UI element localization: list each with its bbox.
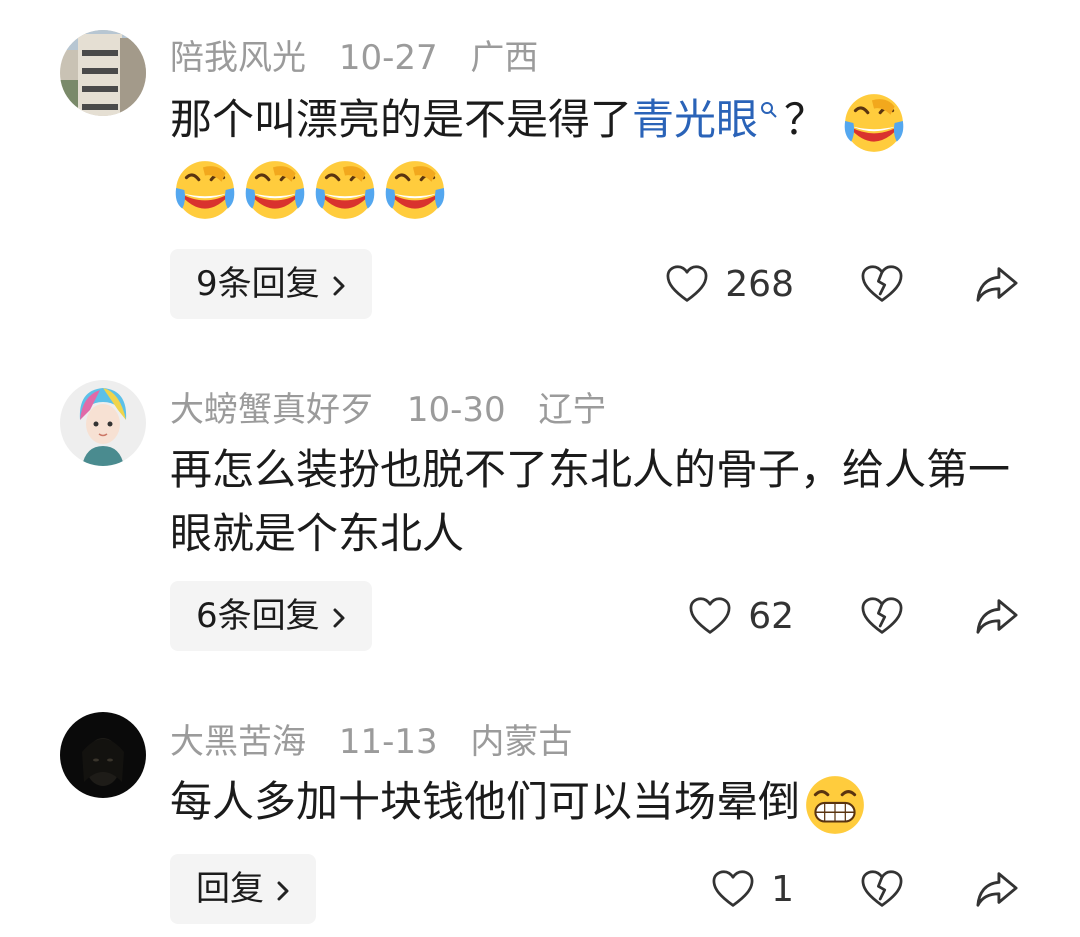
chevron-right-icon [333,608,345,627]
username[interactable]: 陪我风光 [170,38,306,78]
laughing-tears-emoji-icon [242,157,308,223]
laughing-tears-emoji-icon [841,90,907,156]
heart-icon [688,596,732,636]
dislike-button[interactable] [860,869,904,909]
share-button[interactable] [974,595,1020,637]
view-replies-button[interactable]: 6条回复 [170,581,372,651]
view-replies-button[interactable]: 9条回复 [170,249,372,319]
laughing-tears-emoji-icon [312,157,378,223]
laughing-tears-emoji-icon [382,157,448,223]
username[interactable]: 大黑苦海 [170,722,306,762]
like-button[interactable]: 268 [665,264,794,305]
comment-date: 10-30 [406,390,506,430]
share-button[interactable] [974,263,1020,305]
dislike-button[interactable] [860,596,904,636]
comment-location: 广西 [470,38,539,78]
comment-meta: 大黑苦海 11-13 内蒙古 [170,714,594,763]
comment-actions: 268 [665,249,1020,319]
comment-item: 大黑苦海 11-13 内蒙古 每人多加十块钱他们可以当场晕倒 回复 1 [0,670,1080,937]
comment-meta: 大螃蟹真好歹 10-30 辽宁 [170,382,628,431]
chevron-right-icon [277,881,289,900]
anime-avatar-icon [60,380,146,466]
avatar[interactable] [60,30,146,116]
broken-heart-icon [860,264,904,304]
heart-icon [665,264,709,304]
like-count: 62 [748,595,794,637]
comment-date: 11-13 [338,722,438,762]
search-link[interactable]: 青光眼 [632,95,758,144]
dislike-button[interactable] [860,264,904,304]
like-button[interactable]: 1 [711,869,794,910]
reply-button[interactable]: 回复 [170,854,316,924]
share-icon [974,595,1020,637]
heart-icon [711,869,755,909]
share-icon [974,263,1020,305]
share-icon [974,868,1020,910]
comment-actions: 1 [711,854,1020,924]
comment-text: 每人多加十块钱他们可以当场晕倒 [170,770,1010,838]
comment-item: 陪我风光 10-27 广西 那个叫漂亮的是不是得了青光眼？ 9条回复 268 [0,0,1080,340]
comment-meta: 陪我风光 10-27 广西 [170,30,560,79]
building-avatar-icon [60,30,146,116]
broken-heart-icon [860,596,904,636]
comment-date: 10-27 [338,38,438,78]
comment-actions: 62 [688,581,1020,651]
like-count: 268 [725,263,794,305]
search-icon[interactable] [760,101,778,119]
like-button[interactable]: 62 [688,596,794,637]
chevron-right-icon [333,276,345,295]
broken-heart-icon [860,869,904,909]
grinning-emoji-icon [802,772,868,838]
share-button[interactable] [974,868,1020,910]
comment-location: 内蒙古 [470,722,573,762]
dark-avatar-icon [60,712,146,798]
comment-text: 再怎么装扮也脱不了东北人的骨子，给人第一眼就是个东北人 [170,445,1011,558]
avatar[interactable] [60,712,146,798]
like-count: 1 [771,868,794,910]
comment-location: 辽宁 [538,390,607,430]
avatar[interactable] [60,380,146,466]
laughing-tears-emoji-icon [172,157,238,223]
comment-text: 那个叫漂亮的是不是得了青光眼？ [170,88,1010,223]
comment-item: 大螃蟹真好歹 10-30 辽宁 再怎么装扮也脱不了东北人的骨子，给人第一眼就是个… [0,340,1080,670]
username[interactable]: 大螃蟹真好歹 [170,390,374,430]
